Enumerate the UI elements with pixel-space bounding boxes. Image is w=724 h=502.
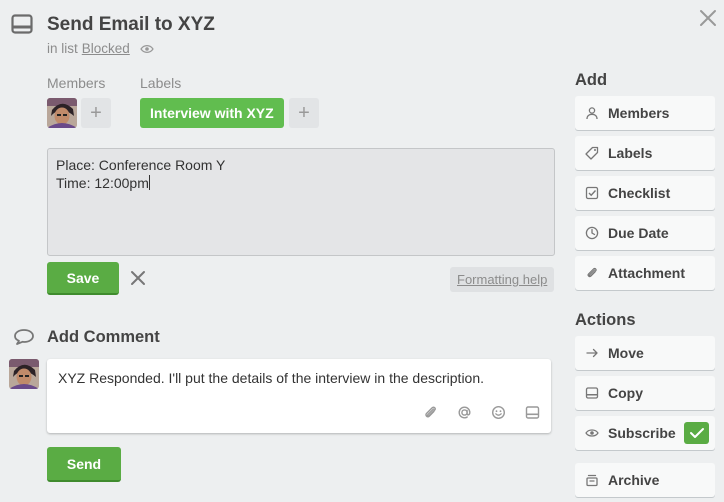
archive-icon [586, 474, 598, 487]
description-line: Place: Conference Room Y [56, 157, 226, 173]
card-link-icon[interactable] [524, 404, 541, 421]
add-heading: Add [575, 71, 608, 89]
close-icon[interactable] [698, 8, 718, 28]
card-title[interactable]: Send Email to XYZ [47, 14, 215, 36]
sidebar-copy-button[interactable]: Copy [575, 376, 715, 410]
subscribed-check [684, 422, 709, 444]
sidebar-attachment-button[interactable]: Attachment [575, 256, 715, 290]
clock-icon [585, 226, 599, 240]
comment-input[interactable]: XYZ Responded. I'll put the details of t… [47, 359, 551, 433]
add-label-button[interactable]: + [289, 98, 319, 128]
comment-text: XYZ Responded. I'll put the details of t… [58, 370, 485, 386]
avatar [9, 359, 39, 389]
eye-icon [140, 44, 154, 53]
at-mention-icon[interactable] [456, 404, 473, 421]
sidebar-button-label: Archive [608, 472, 660, 488]
arrow-right-icon [586, 348, 598, 358]
sidebar-move-button[interactable]: Move [575, 336, 715, 370]
check-icon [689, 428, 704, 438]
save-button[interactable]: Save [47, 262, 119, 295]
labels-section-label: Labels [140, 75, 182, 91]
comment-toolbar [422, 404, 541, 421]
list-info: in list Blocked [47, 41, 154, 56]
description-line: Time: 12:00pm [56, 175, 149, 191]
description-line-with-caret: Time: 12:00pm [56, 174, 546, 192]
avatar[interactable] [47, 98, 77, 128]
sidebar-button-label: Move [608, 345, 644, 361]
sidebar-button-label: Copy [608, 385, 643, 401]
sidebar-button-label: Members [608, 105, 670, 121]
label-interview[interactable]: Interview with XYZ [140, 98, 284, 128]
card-icon [11, 14, 33, 34]
comment-icon [14, 329, 34, 345]
actions-heading: Actions [575, 311, 636, 329]
cancel-icon[interactable] [128, 268, 148, 288]
formatting-help-link[interactable]: Formatting help [450, 267, 555, 292]
sidebar-button-label: Subscribe [608, 425, 676, 441]
sidebar-button-label: Due Date [608, 225, 669, 241]
text-caret [148, 175, 150, 190]
sidebar-checklist-button[interactable]: Checklist [575, 176, 715, 210]
in-list-prefix: in list [47, 41, 78, 56]
send-button[interactable]: Send [47, 447, 121, 482]
sidebar-members-button[interactable]: Members [575, 96, 715, 130]
sidebar-labels-button[interactable]: Labels [575, 136, 715, 170]
person-icon [586, 107, 598, 120]
list-link[interactable]: Blocked [82, 41, 130, 56]
emoji-icon[interactable] [490, 404, 507, 421]
add-comment-heading: Add Comment [47, 328, 160, 346]
add-member-button[interactable]: + [81, 98, 111, 128]
sidebar-archive-button[interactable]: Archive [575, 463, 715, 497]
card-icon [585, 387, 599, 399]
checkbox-icon [585, 186, 599, 200]
sidebar-button-label: Checklist [608, 185, 671, 201]
eye-icon [585, 429, 599, 437]
sidebar-button-label: Attachment [608, 265, 686, 281]
sidebar-subscribe-button[interactable]: Subscribe [575, 416, 715, 450]
description-textarea[interactable]: Place: Conference Room Y Time: 12:00pm [47, 148, 555, 256]
paperclip-icon[interactable] [422, 404, 439, 421]
tag-icon [585, 146, 599, 160]
members-section-label: Members [47, 75, 106, 91]
sidebar-button-label: Labels [608, 145, 653, 161]
paperclip-icon [587, 267, 597, 278]
sidebar-due-date-button[interactable]: Due Date [575, 216, 715, 250]
